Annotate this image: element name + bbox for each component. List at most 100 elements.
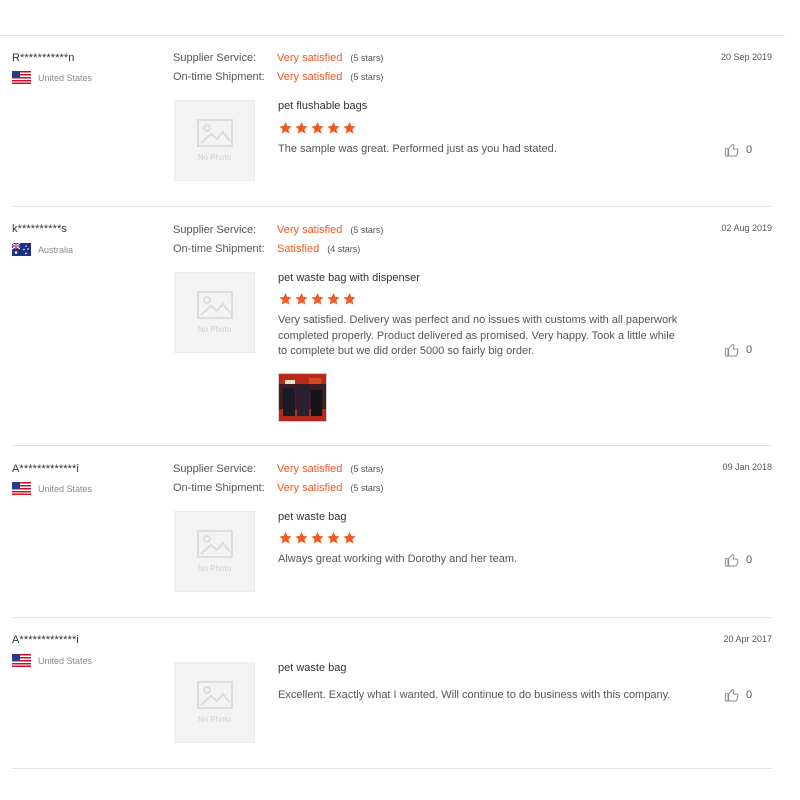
supplier-service-rating: Supplier Service: Very satisfied (5 star…: [173, 48, 383, 68]
helpful-button[interactable]: 0: [724, 342, 752, 358]
thumbs-up-icon: [724, 144, 739, 157]
like-count: 0: [746, 144, 753, 156]
product-image-placeholder[interactable]: No Photo: [174, 662, 255, 743]
supplier-service-stars: (5 stars): [350, 224, 384, 235]
supplier-service-stars: (5 stars): [350, 463, 384, 474]
supplier-service-label: Supplier Service:: [173, 462, 257, 475]
shipment-label: On-time Shipment:: [173, 71, 265, 84]
supplier-ratings: Supplier Service: Very satisfied (5 star…: [173, 48, 383, 87]
supplier-service-label: Supplier Service:: [173, 223, 257, 236]
review-comment: Excellent. Exactly what I wanted. Will c…: [278, 689, 671, 701]
star-icon: [295, 292, 308, 305]
supplier-service-rating: Supplier Service: Very satisfied (5 star…: [173, 459, 383, 479]
helpful-button[interactable]: 0: [724, 142, 752, 158]
review-divider: [12, 768, 772, 769]
supplier-ratings: Supplier Service: Very satisfied (5 star…: [173, 220, 383, 259]
review-date: 20 Sep 2019: [720, 52, 772, 62]
top-divider: [0, 35, 785, 36]
star-icon: [279, 121, 292, 134]
review-photo: [279, 374, 326, 421]
shipment-stars: (5 stars): [350, 483, 384, 494]
supplier-ratings: Supplier Service: Very satisfied (5 star…: [173, 459, 383, 498]
review-date: 20 Apr 2017: [723, 634, 772, 644]
shipment-stars: (4 stars): [327, 244, 361, 255]
review-comment: The sample was great. Performed just as …: [278, 143, 557, 155]
star-icon: [327, 292, 340, 305]
country-label: United States: [38, 655, 93, 666]
us-flag-icon: [12, 482, 31, 495]
au-flag-icon: [11, 242, 31, 256]
review-photo-thumbnail[interactable]: [278, 373, 327, 422]
star-icon: [279, 292, 292, 305]
buyer-country: United States: [12, 654, 92, 667]
product-rating-stars: [278, 531, 357, 545]
star-icon: [343, 121, 356, 134]
star-icon: [343, 292, 356, 305]
shipment-value: Very satisfied: [277, 482, 343, 495]
country-label: United States: [38, 483, 93, 494]
image-placeholder-icon: [196, 530, 233, 558]
shipment-label: On-time Shipment:: [173, 482, 265, 495]
helpful-button[interactable]: 0: [724, 687, 752, 703]
review-comment: Very satisfied. Delivery was perfect and…: [278, 314, 678, 357]
star-icon: [311, 531, 324, 544]
thumbs-up-icon: [724, 344, 739, 357]
product-name[interactable]: pet waste bag with dispenser: [278, 272, 420, 284]
review-date: 09 Jan 2018: [722, 462, 772, 472]
shipment-stars: (5 stars): [350, 72, 384, 83]
review-divider: [12, 445, 772, 446]
buyer-name: R***********n: [12, 52, 75, 64]
star-icon: [295, 121, 308, 134]
country-label: United States: [38, 72, 93, 83]
review-date: 02 Aug 2019: [721, 223, 772, 233]
like-count: 0: [746, 344, 753, 356]
no-photo-label: No Photo: [197, 153, 232, 162]
shipment-value: Satisfied: [277, 243, 320, 256]
buyer-country: United States: [12, 482, 92, 495]
product-rating-stars: [278, 292, 357, 306]
us-flag-icon: [12, 654, 31, 667]
shipment-rating: On-time Shipment: Very satisfied (5 star…: [173, 68, 383, 88]
no-photo-label: No Photo: [197, 564, 232, 573]
product-name[interactable]: pet waste bag: [278, 662, 347, 674]
shipment-label: On-time Shipment:: [173, 243, 265, 256]
supplier-service-value: Very satisfied: [277, 51, 343, 64]
buyer-country: United States: [12, 71, 92, 84]
like-count: 0: [746, 554, 753, 566]
product-image-placeholder[interactable]: No Photo: [174, 100, 255, 181]
supplier-service-value: Very satisfied: [277, 223, 343, 236]
review-comment: Always great working with Dorothy and he…: [278, 553, 518, 565]
shipment-rating: On-time Shipment: Very satisfied (5 star…: [173, 479, 383, 499]
review-divider: [12, 206, 772, 207]
star-icon: [343, 531, 356, 544]
star-icon: [327, 121, 340, 134]
product-name[interactable]: pet flushable bags: [278, 100, 367, 112]
supplier-service-stars: (5 stars): [350, 52, 384, 63]
thumbs-up-icon: [724, 554, 739, 567]
no-photo-label: No Photo: [197, 325, 232, 334]
shipment-rating: On-time Shipment: Satisfied (4 stars): [173, 240, 383, 260]
product-image-placeholder[interactable]: No Photo: [174, 511, 255, 592]
image-placeholder-icon: [196, 291, 233, 319]
supplier-service-label: Supplier Service:: [173, 51, 257, 64]
product-image-placeholder[interactable]: No Photo: [174, 272, 255, 353]
product-name[interactable]: pet waste bag: [278, 511, 347, 523]
star-icon: [311, 121, 324, 134]
like-count: 0: [746, 689, 753, 701]
star-icon: [279, 531, 292, 544]
star-icon: [327, 531, 340, 544]
helpful-button[interactable]: 0: [724, 552, 752, 568]
supplier-service-rating: Supplier Service: Very satisfied (5 star…: [173, 220, 383, 240]
star-icon: [295, 531, 308, 544]
thumbs-up-icon: [724, 689, 739, 702]
buyer-name: A*************i: [12, 634, 79, 646]
us-flag-icon: [12, 71, 31, 84]
supplier-service-value: Very satisfied: [277, 462, 343, 475]
country-label: Australia: [38, 244, 74, 255]
star-icon: [311, 292, 324, 305]
buyer-country: Australia: [11, 242, 74, 256]
image-placeholder-icon: [196, 681, 233, 709]
image-placeholder-icon: [196, 119, 233, 147]
product-rating-stars: [278, 121, 357, 135]
review-divider: [12, 617, 772, 618]
